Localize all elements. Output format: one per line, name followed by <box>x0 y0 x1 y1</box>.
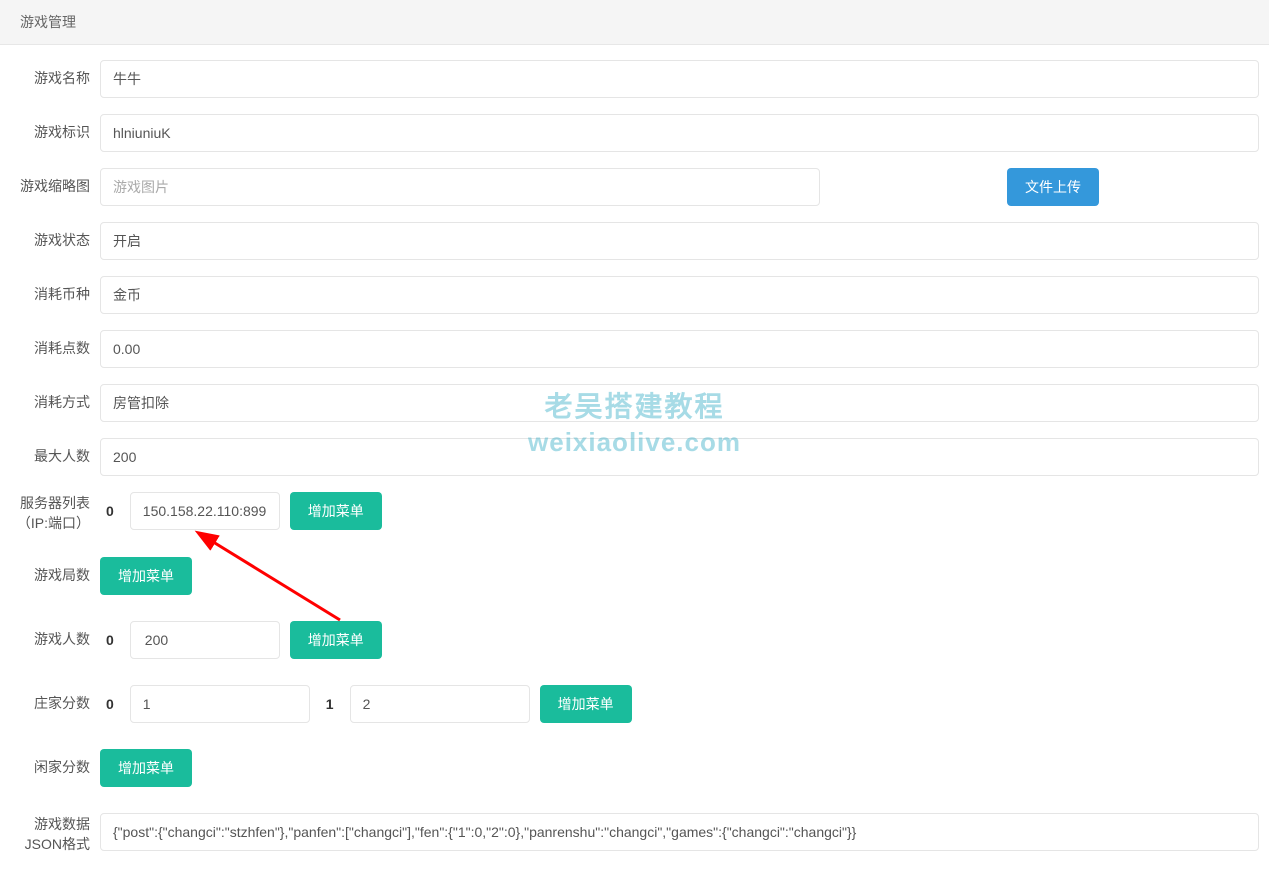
select-game-status[interactable] <box>100 222 1259 260</box>
row-game-data-json: 游戏数据JSON格式 <box>0 813 1269 854</box>
label-cost-currency: 消耗币种 <box>0 276 100 305</box>
row-server-list: 服务器列表（IP:端口） 0 增加菜单 <box>0 492 1269 533</box>
label-game-rounds: 游戏局数 <box>0 557 100 586</box>
label-game-data: 游戏数据JSON格式 <box>0 813 100 854</box>
input-game-data-json[interactable] <box>100 813 1259 851</box>
page-header: 游戏管理 <box>0 0 1269 45</box>
row-game-rounds: 游戏局数 增加菜单 <box>0 557 1269 595</box>
input-game-identifier[interactable] <box>100 114 1259 152</box>
input-game-name[interactable] <box>100 60 1259 98</box>
row-game-identifier: 游戏标识 <box>0 114 1269 152</box>
add-players-button[interactable]: 增加菜单 <box>290 621 382 659</box>
label-dealer-score: 庄家分数 <box>0 685 100 714</box>
label-player-score: 闲家分数 <box>0 749 100 778</box>
label-game-identifier: 游戏标识 <box>0 114 100 143</box>
label-max-people: 最大人数 <box>0 438 100 467</box>
select-cost-currency[interactable] <box>100 276 1259 314</box>
add-player-score-button[interactable]: 增加菜单 <box>100 749 192 787</box>
add-server-button[interactable]: 增加菜单 <box>290 492 382 530</box>
player-index-0: 0 <box>100 632 120 648</box>
input-max-people[interactable] <box>100 438 1259 476</box>
label-server-list: 服务器列表（IP:端口） <box>0 492 100 533</box>
row-max-people: 最大人数 <box>0 438 1269 476</box>
row-player-score: 闲家分数 增加菜单 <box>0 749 1269 787</box>
input-server-0[interactable] <box>130 492 280 530</box>
row-cost-currency: 消耗币种 <box>0 276 1269 314</box>
row-cost-method: 消耗方式 <box>0 384 1269 422</box>
label-game-thumbnail: 游戏缩略图 <box>0 168 100 197</box>
dealer-index-0: 0 <box>100 696 120 712</box>
add-dealer-button[interactable]: 增加菜单 <box>540 685 632 723</box>
select-cost-method[interactable] <box>100 384 1259 422</box>
row-cost-points: 消耗点数 <box>0 330 1269 368</box>
page-title: 游戏管理 <box>20 14 76 30</box>
row-game-name: 游戏名称 <box>0 60 1269 98</box>
label-cost-points: 消耗点数 <box>0 330 100 359</box>
input-dealer-1[interactable] <box>350 685 530 723</box>
label-game-status: 游戏状态 <box>0 222 100 251</box>
label-cost-method: 消耗方式 <box>0 384 100 413</box>
row-game-status: 游戏状态 <box>0 222 1269 260</box>
dealer-index-1: 1 <box>320 696 340 712</box>
input-players-0[interactable] <box>130 621 280 659</box>
upload-button[interactable]: 文件上传 <box>1007 168 1099 206</box>
input-dealer-0[interactable] <box>130 685 310 723</box>
input-game-thumbnail[interactable] <box>100 168 820 206</box>
input-cost-points[interactable] <box>100 330 1259 368</box>
row-game-players: 游戏人数 0 增加菜单 <box>0 621 1269 659</box>
label-game-players: 游戏人数 <box>0 621 100 650</box>
label-game-name: 游戏名称 <box>0 60 100 89</box>
row-game-thumbnail: 游戏缩略图 文件上传 <box>0 168 1269 206</box>
row-dealer-score: 庄家分数 0 1 增加菜单 <box>0 685 1269 723</box>
add-rounds-button[interactable]: 增加菜单 <box>100 557 192 595</box>
server-index-0: 0 <box>100 503 120 519</box>
form-container: 老吴搭建教程 weixiaolive.com 游戏名称 游戏标识 游戏缩略图 <box>0 45 1269 854</box>
